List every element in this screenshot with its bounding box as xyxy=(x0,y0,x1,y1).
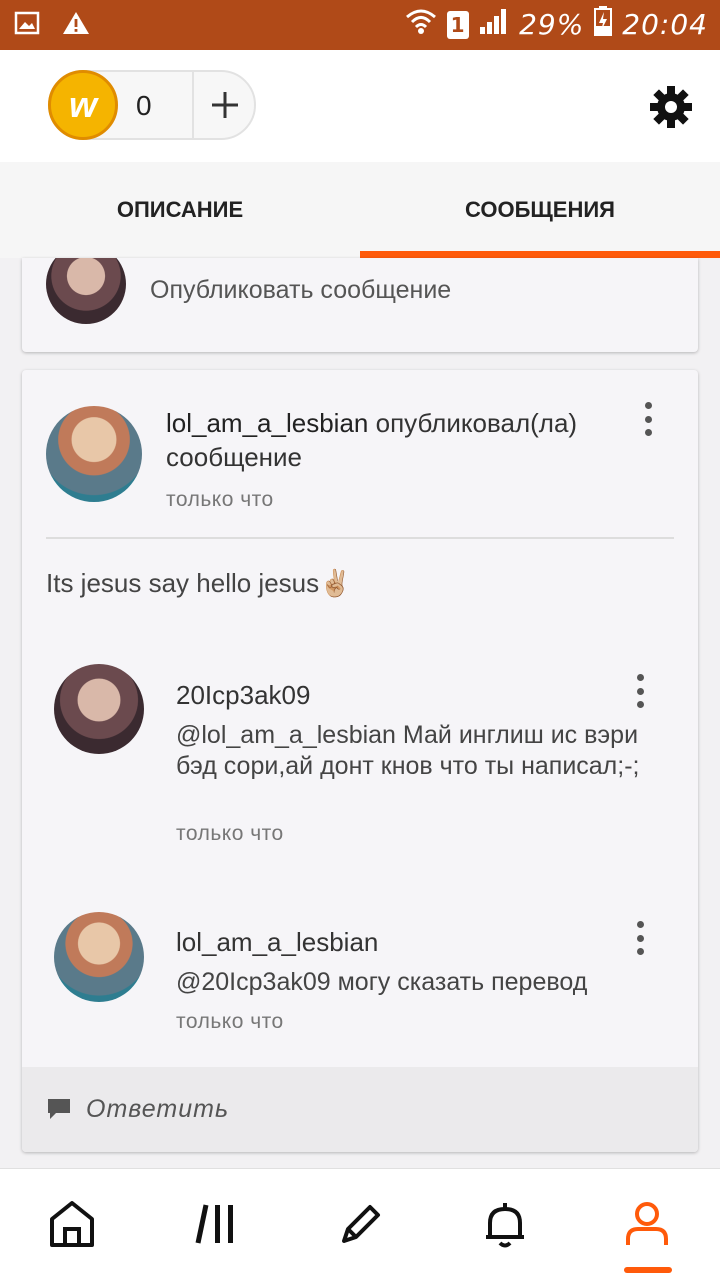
tab-description[interactable]: ОПИСАНИЕ xyxy=(0,162,360,258)
reply-time: только что xyxy=(176,1010,284,1033)
reply-text: @20Icp3ak09 могу сказать перевод xyxy=(176,968,588,996)
status-bar: 1 29% 20:04 xyxy=(0,0,720,50)
reply-text: @lol_am_a_lesbian Май инглиш ис вэри бэд… xyxy=(176,721,640,780)
coin-icon: w xyxy=(48,70,118,140)
avatar[interactable] xyxy=(54,912,144,1002)
gear-icon xyxy=(650,86,692,128)
more-options-icon[interactable] xyxy=(630,921,650,955)
coin-divider xyxy=(192,72,194,138)
divider xyxy=(46,537,674,539)
author-name[interactable]: lol_am_a_lesbian xyxy=(166,408,368,438)
message-card: lol_am_a_lesbian опубликовал(ла) сообщен… xyxy=(22,370,698,1152)
battery-percent: 29% xyxy=(519,8,585,41)
nav-write[interactable] xyxy=(336,1199,386,1249)
reply-author[interactable]: lol_am_a_lesbian xyxy=(176,927,378,958)
reply-author[interactable]: 20Icp3ak09 xyxy=(176,680,310,711)
reply-button[interactable]: Ответить xyxy=(22,1067,698,1152)
app-header: w 0 xyxy=(0,50,720,162)
nav-notifications[interactable] xyxy=(480,1199,530,1249)
avatar[interactable] xyxy=(54,664,144,754)
comment-icon xyxy=(46,1097,72,1126)
compose-card[interactable]: Опубликовать сообщение xyxy=(22,258,698,352)
message-header: lol_am_a_lesbian опубликовал(ла) сообщен… xyxy=(166,406,606,474)
warning-icon xyxy=(62,10,90,41)
bell-icon xyxy=(486,1203,524,1248)
battery-charging-icon xyxy=(594,6,613,43)
avatar xyxy=(46,258,126,324)
plus-icon xyxy=(212,92,238,118)
message-time: только что xyxy=(166,488,274,511)
bottom-nav xyxy=(0,1168,720,1281)
nav-profile[interactable] xyxy=(622,1199,672,1249)
message-body: Its jesus say hello jesus✌🏼 xyxy=(46,568,352,598)
reply-label: Ответить xyxy=(86,1095,230,1123)
coin-balance[interactable]: w 0 xyxy=(48,70,256,140)
add-coins-button[interactable] xyxy=(200,78,250,132)
sim-indicator: 1 xyxy=(447,10,470,39)
write-icon xyxy=(342,1205,380,1243)
clock: 20:04 xyxy=(622,8,708,41)
profile-icon xyxy=(626,1202,668,1245)
image-icon xyxy=(14,10,40,41)
signal-icon xyxy=(479,7,509,42)
more-options-icon[interactable] xyxy=(630,674,650,708)
settings-button[interactable] xyxy=(648,84,694,130)
reply-time: только что xyxy=(176,822,284,845)
home-icon xyxy=(50,1201,94,1247)
tab-messages[interactable]: СООБЩЕНИЯ xyxy=(360,162,720,258)
nav-home[interactable] xyxy=(48,1199,98,1249)
nav-library[interactable] xyxy=(192,1199,242,1249)
avatar[interactable] xyxy=(46,406,142,502)
library-icon xyxy=(195,1204,233,1244)
compose-placeholder[interactable]: Опубликовать сообщение xyxy=(150,276,451,305)
more-options-icon[interactable] xyxy=(638,402,658,436)
tab-bar: ОПИСАНИЕ СООБЩЕНИЯ xyxy=(0,162,720,258)
wifi-icon xyxy=(405,7,437,42)
coin-count: 0 xyxy=(136,90,152,121)
active-nav-indicator xyxy=(624,1267,672,1273)
